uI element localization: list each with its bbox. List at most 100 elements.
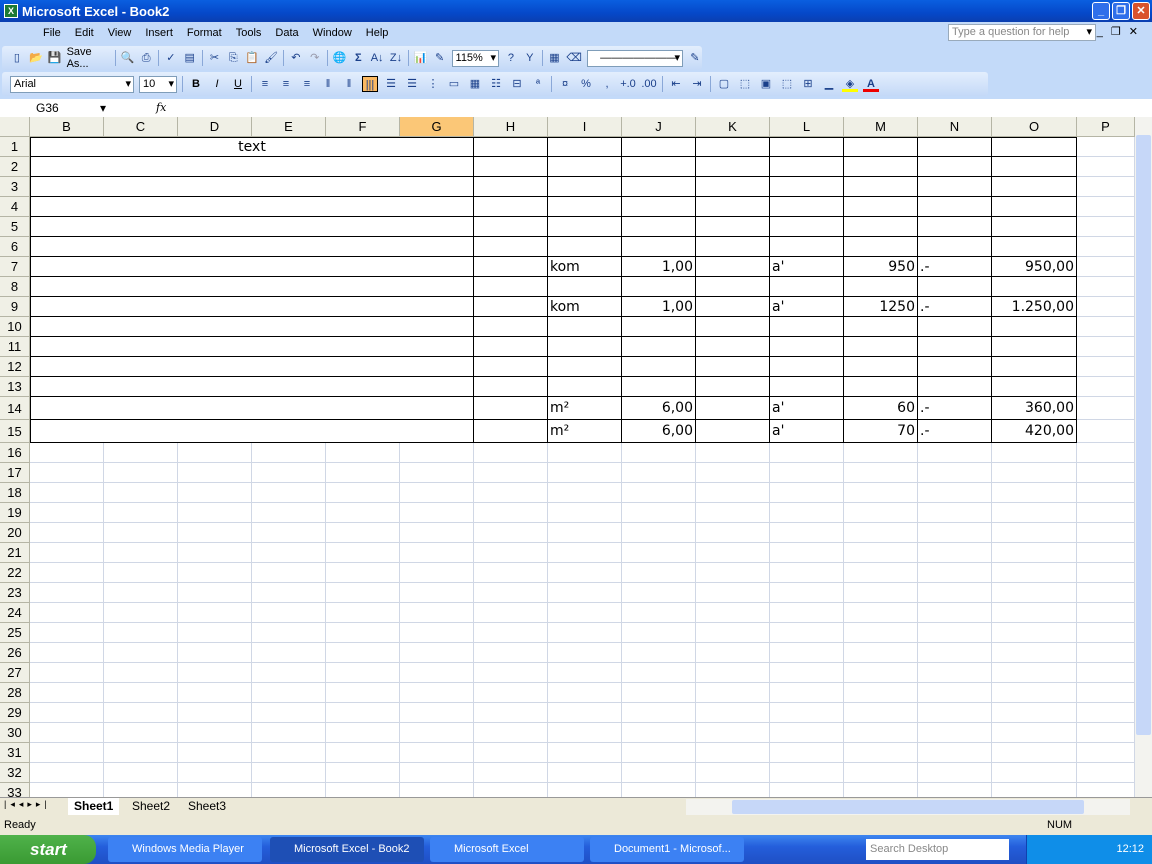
cell-I31[interactable]	[548, 743, 622, 763]
cell-O27[interactable]	[992, 663, 1077, 683]
cell-K23[interactable]	[696, 583, 770, 603]
spreadsheet-grid[interactable]: B C D E F G H I J K L M N O P 1 text 2 3 4 5 6 7 kom 1,00 a' 950 .-…	[0, 117, 1135, 797]
cell-M33[interactable]	[844, 783, 918, 797]
menu-file[interactable]: File	[36, 27, 68, 39]
cell-M1[interactable]	[844, 137, 918, 157]
cell-J10[interactable]	[622, 317, 696, 337]
cell-K13[interactable]	[696, 377, 770, 397]
cell-E17[interactable]	[252, 463, 326, 483]
cell-O28[interactable]	[992, 683, 1077, 703]
cell-B22[interactable]	[30, 563, 104, 583]
cell-H7[interactable]	[474, 257, 548, 277]
menu-window[interactable]: Window	[306, 27, 359, 39]
cell-C24[interactable]	[104, 603, 178, 623]
cell-J4[interactable]	[622, 197, 696, 217]
cell-J23[interactable]	[622, 583, 696, 603]
cell-E25[interactable]	[252, 623, 326, 643]
cell-P19[interactable]	[1077, 503, 1135, 523]
cell-P21[interactable]	[1077, 543, 1135, 563]
cell-O12[interactable]	[992, 357, 1077, 377]
cell-L33[interactable]	[770, 783, 844, 797]
cell-B30[interactable]	[30, 723, 104, 743]
cell-F32[interactable]	[326, 763, 400, 783]
task-excel-book2[interactable]: Microsoft Excel - Book2	[270, 837, 424, 862]
cell-L1[interactable]	[770, 137, 844, 157]
cell-O26[interactable]	[992, 643, 1077, 663]
line-style-select[interactable]: ———————	[586, 49, 683, 67]
cell-G28[interactable]	[400, 683, 474, 703]
cell-K21[interactable]	[696, 543, 770, 563]
row-header-3[interactable]: 3	[0, 177, 30, 197]
autosum-icon[interactable]: Σ	[351, 50, 365, 66]
cell-H21[interactable]	[474, 543, 548, 563]
cell-B3[interactable]	[30, 177, 474, 197]
cell-N4[interactable]	[918, 197, 992, 217]
cell-J11[interactable]	[622, 337, 696, 357]
cell-G23[interactable]	[400, 583, 474, 603]
font-color-icon[interactable]: A	[863, 76, 879, 92]
cell-B23[interactable]	[30, 583, 104, 603]
cell-J17[interactable]	[622, 463, 696, 483]
cell-M7[interactable]: 950	[844, 257, 918, 277]
comma-button[interactable]: ,	[599, 76, 615, 92]
cell-M12[interactable]	[844, 357, 918, 377]
cell-O33[interactable]	[992, 783, 1077, 797]
cell-E30[interactable]	[252, 723, 326, 743]
row-header-21[interactable]: 21	[0, 543, 30, 563]
cell-M32[interactable]	[844, 763, 918, 783]
cell-H5[interactable]	[474, 217, 548, 237]
cell-B2[interactable]	[30, 157, 474, 177]
column-header-M[interactable]: M	[844, 117, 918, 137]
cell-I14[interactable]: m²	[548, 397, 622, 420]
cell-J13[interactable]	[622, 377, 696, 397]
cell-I9[interactable]: kom	[548, 297, 622, 317]
cell-M28[interactable]	[844, 683, 918, 703]
cell-L24[interactable]	[770, 603, 844, 623]
cell-O6[interactable]	[992, 237, 1077, 257]
cut-icon[interactable]: ✂	[208, 50, 222, 66]
row-header-30[interactable]: 30	[0, 723, 30, 743]
cell-B13[interactable]	[30, 377, 474, 397]
cell-P12[interactable]	[1077, 357, 1135, 377]
cell-C33[interactable]	[104, 783, 178, 797]
wrap-icon[interactable]: ª	[530, 76, 546, 92]
cell-E27[interactable]	[252, 663, 326, 683]
row-header-13[interactable]: 13	[0, 377, 30, 397]
cell-P2[interactable]	[1077, 157, 1135, 177]
row-header-14[interactable]: 14	[0, 397, 30, 420]
cell-F30[interactable]	[326, 723, 400, 743]
border-inside-icon[interactable]: ⬚	[779, 76, 795, 92]
cell-G25[interactable]	[400, 623, 474, 643]
cell-B14[interactable]	[30, 397, 474, 420]
cell-G33[interactable]	[400, 783, 474, 797]
cell-C16[interactable]	[104, 443, 178, 463]
align-left-icon[interactable]: ≡	[257, 76, 273, 92]
cell-K12[interactable]	[696, 357, 770, 377]
row-header-17[interactable]: 17	[0, 463, 30, 483]
cell-L32[interactable]	[770, 763, 844, 783]
cell-H14[interactable]	[474, 397, 548, 420]
cell-D25[interactable]	[178, 623, 252, 643]
cell-B24[interactable]	[30, 603, 104, 623]
menu-format[interactable]: Format	[180, 27, 229, 39]
cell-M24[interactable]	[844, 603, 918, 623]
row-header-11[interactable]: 11	[0, 337, 30, 357]
cell-G22[interactable]	[400, 563, 474, 583]
cell-P27[interactable]	[1077, 663, 1135, 683]
cell-O21[interactable]	[992, 543, 1077, 563]
cell-N13[interactable]	[918, 377, 992, 397]
cell-B20[interactable]	[30, 523, 104, 543]
menu-data[interactable]: Data	[268, 27, 305, 39]
cell-M15[interactable]: 70	[844, 420, 918, 443]
table-icon[interactable]: ▭	[446, 76, 462, 92]
row-header-33[interactable]: 33	[0, 783, 30, 797]
cell-P3[interactable]	[1077, 177, 1135, 197]
cell-L17[interactable]	[770, 463, 844, 483]
cell-P8[interactable]	[1077, 277, 1135, 297]
cell-L23[interactable]	[770, 583, 844, 603]
menu-edit[interactable]: Edit	[68, 27, 101, 39]
cell-M8[interactable]	[844, 277, 918, 297]
cell-H9[interactable]	[474, 297, 548, 317]
border-all-icon[interactable]: ⊞	[800, 76, 816, 92]
cell-K28[interactable]	[696, 683, 770, 703]
